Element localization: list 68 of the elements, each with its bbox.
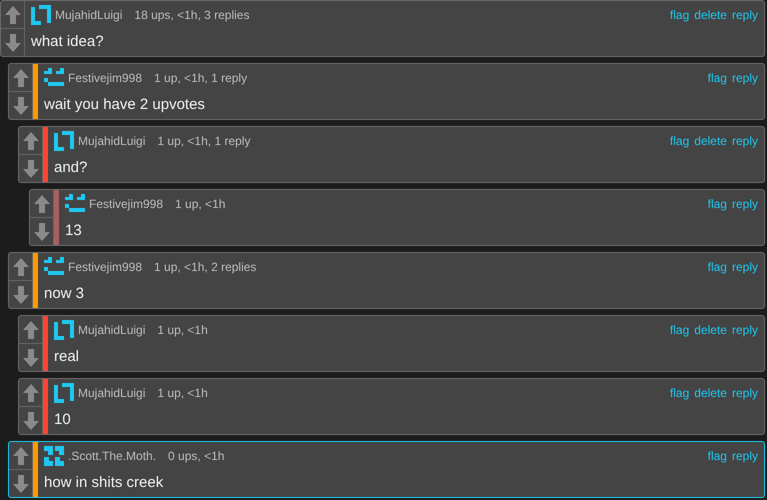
action-link[interactable]: reply <box>732 447 758 465</box>
up-arrow-icon <box>22 320 38 338</box>
action-link[interactable]: flag <box>708 69 727 87</box>
down-arrow-icon <box>22 348 38 366</box>
comment-meta: 1 up, <1h, 1 reply <box>157 133 250 150</box>
action-link[interactable]: flag <box>670 321 690 339</box>
avatar-icon <box>65 194 85 214</box>
up-arrow-icon <box>12 68 28 86</box>
down-arrow-icon <box>22 412 38 430</box>
avatar-icon <box>44 446 64 466</box>
action-link[interactable]: flag <box>670 384 690 402</box>
avatar-icon <box>54 383 74 403</box>
comment-text: how in shits creek <box>44 472 164 493</box>
down-arrow-icon <box>12 286 28 304</box>
action-link[interactable]: reply <box>732 195 758 213</box>
comment-text: wait you have 2 upvotes <box>44 94 205 115</box>
username[interactable]: Festivejim998 <box>89 195 164 213</box>
comment-meta: 18 ups, <1h, 3 replies <box>134 7 250 24</box>
avatar-icon <box>44 68 64 88</box>
username[interactable]: MujahidLuigi <box>78 132 146 150</box>
action-link[interactable]: reply <box>732 258 758 276</box>
action-link[interactable]: flag <box>708 195 727 213</box>
comment-meta: 1 up, <1h, 1 reply <box>154 70 248 87</box>
username[interactable]: Festivejim998 <box>68 258 142 276</box>
action-link[interactable]: reply <box>732 384 758 402</box>
comment-text: what idea? <box>31 32 104 52</box>
up-arrow-icon <box>12 446 28 464</box>
up-arrow-icon <box>34 194 50 212</box>
comment-meta: 1 up, <1h <box>157 385 208 402</box>
action-link[interactable]: flag <box>670 6 690 24</box>
username[interactable]: MujahidLuigi <box>55 6 122 24</box>
username[interactable]: MujahidLuigi <box>78 321 146 339</box>
comment-meta: 0 ups, <1h <box>168 448 224 465</box>
action-link[interactable]: reply <box>732 69 758 87</box>
avatar-icon <box>31 5 51 25</box>
action-link[interactable]: flag <box>708 258 727 276</box>
comment-text: 10 <box>54 410 71 430</box>
avatar-icon <box>44 257 64 277</box>
avatar-icon <box>54 131 74 151</box>
down-arrow-icon <box>22 160 38 178</box>
comment-text: 13 <box>65 220 82 241</box>
comment-text: and? <box>54 158 88 178</box>
avatar-icon <box>54 320 74 340</box>
up-arrow-icon <box>4 6 20 24</box>
comment-text: real <box>54 346 80 367</box>
action-link[interactable]: delete <box>694 132 727 150</box>
action-link[interactable]: delete <box>694 384 727 402</box>
username[interactable]: .Scott.The.Moth. <box>68 447 156 465</box>
username[interactable]: Festivejim998 <box>68 69 142 87</box>
up-arrow-icon <box>12 258 28 276</box>
action-link[interactable]: flag <box>708 447 727 465</box>
action-link[interactable]: delete <box>694 321 727 339</box>
action-link[interactable]: reply <box>732 321 758 339</box>
username[interactable]: MujahidLuigi <box>78 384 146 402</box>
action-link[interactable]: reply <box>732 132 758 150</box>
down-arrow-icon <box>34 222 50 240</box>
comment-text: now 3 <box>44 284 84 304</box>
up-arrow-icon <box>22 132 38 150</box>
up-arrow-icon <box>22 384 38 402</box>
down-arrow-icon <box>12 96 28 114</box>
comment-meta: 1 up, <1h <box>157 322 208 339</box>
down-arrow-icon <box>4 34 20 52</box>
action-link[interactable]: delete <box>694 6 727 24</box>
comment-meta: 1 up, <1h <box>175 196 226 213</box>
action-link[interactable]: flag <box>670 132 690 150</box>
comment-meta: 1 up, <1h, 2 replies <box>154 259 256 276</box>
action-link[interactable]: reply <box>732 6 758 24</box>
down-arrow-icon <box>12 474 28 492</box>
